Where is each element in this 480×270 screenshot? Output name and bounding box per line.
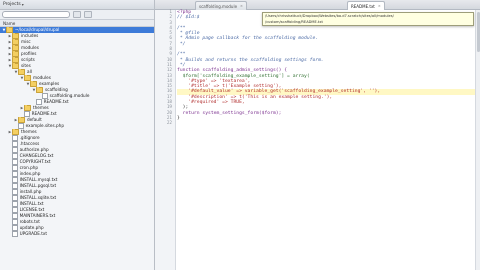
scrollbar-thumb[interactable] — [476, 12, 480, 52]
code-text: * Builds and returns the scaffolding set… — [177, 57, 324, 63]
folder-icon — [12, 51, 19, 57]
folder-icon — [12, 39, 19, 45]
folder-icon — [12, 129, 19, 135]
folder-icon — [24, 105, 31, 111]
code-text: '#description' => t('This is an example … — [177, 94, 333, 100]
tree-column-header[interactable]: Name — [0, 20, 154, 27]
code-text: * Admin page callback for the scaffoldin… — [177, 36, 319, 42]
code-text: // $Id:$ — [177, 15, 200, 21]
project-tree: ▼ ~/local/drupal/drupal ▶ includes ▶ misc ▶ mod… — [0, 27, 154, 238]
editor-tab[interactable]: README.txt × — [347, 1, 385, 10]
chevron-down-icon[interactable]: ▾ — [22, 2, 24, 7]
tooltip-line-2: /custom/scaffolding/README.txt — [265, 19, 323, 24]
folder-icon — [12, 57, 19, 63]
code-area[interactable]: 1 <?php 2// $Id:$ 3 4/** 5 * @file 6 * Admin p… — [167, 10, 480, 270]
folder-icon — [12, 63, 19, 69]
close-icon[interactable]: × — [378, 4, 381, 8]
project-panel-titlebar[interactable]: Projects ▾ — [0, 0, 154, 10]
file-icon — [12, 230, 18, 238]
code-text: */ — [177, 41, 186, 47]
vertical-scrollbar[interactable] — [475, 10, 480, 270]
folder-icon — [12, 33, 19, 39]
code-text: function scaffolding_admin_settings() { — [177, 68, 288, 74]
code-text: return system_settings_form($form); — [177, 110, 282, 116]
refresh-icon[interactable] — [84, 11, 92, 18]
code-text: $form['scaffolding_example_setting'] = a… — [177, 73, 310, 79]
project-panel: Projects ▾ Name ▼ ~/local/drupal/drupal ▶ i… — [0, 0, 155, 270]
tree-file-row[interactable]: UPGRADE.txt — [0, 230, 154, 238]
code-text: /** — [177, 52, 186, 58]
file-path-tooltip: /Users/chrisshattuck/Dropbox/Websites/ba… — [262, 12, 474, 26]
code-line[interactable]: 22 — [167, 121, 480, 126]
project-filter-input[interactable] — [2, 11, 70, 18]
code-text: } — [177, 115, 180, 121]
folder-icon — [6, 27, 13, 33]
folder-icon — [18, 117, 25, 123]
close-icon[interactable]: × — [240, 4, 243, 8]
line-number: 22 — [166, 121, 172, 127]
project-toolbar — [0, 10, 154, 20]
folder-icon — [30, 81, 37, 87]
project-panel-title: Projects — [3, 2, 21, 7]
gear-icon[interactable] — [73, 11, 81, 18]
code-text: '#default_value' => variable_get('scaffo… — [177, 89, 381, 95]
tree-item-label: all — [27, 69, 32, 74]
tree-column-name: Name — [3, 20, 16, 26]
folder-icon — [24, 75, 31, 81]
folder-icon — [36, 87, 43, 93]
code-text: ); — [177, 105, 189, 111]
editor-tab-label: scaffolding.module — [199, 3, 238, 9]
editor-tab[interactable]: scaffolding.module × — [195, 1, 247, 10]
editor-tab-label: README.txt — [351, 3, 375, 9]
folder-icon — [12, 45, 19, 51]
folder-icon — [18, 69, 25, 75]
editor-window: scaffolding.module × README.txt × 1 <?php 2//… — [155, 0, 480, 270]
tree-item-label: UPGRADE.txt — [19, 231, 47, 236]
editor-tabbar: scaffolding.module × README.txt × — [155, 0, 480, 10]
